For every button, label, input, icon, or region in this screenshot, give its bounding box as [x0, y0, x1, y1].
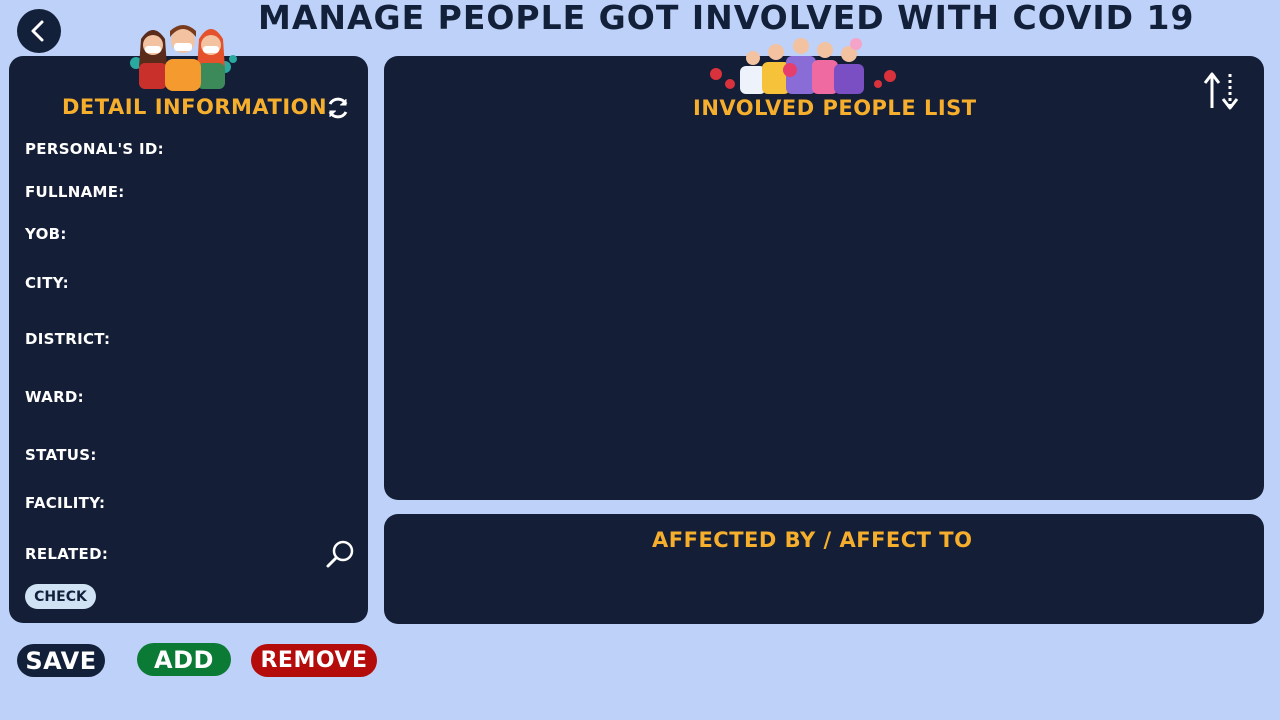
related-label: RELATED: — [25, 545, 109, 563]
add-button[interactable]: ADD — [137, 643, 231, 676]
city-label: CITY: — [25, 274, 69, 292]
save-button[interactable]: SAVE — [17, 644, 105, 677]
magnifier-icon[interactable] — [324, 538, 356, 570]
facility-label: FACILITY: — [25, 494, 106, 512]
involved-people-list-heading: INVOLVED PEOPLE LIST — [693, 96, 977, 120]
affected-by-panel: AFFECTED BY / AFFECT TO — [384, 514, 1264, 624]
remove-button[interactable]: REMOVE — [251, 644, 377, 677]
crowd-illustration — [710, 38, 896, 94]
fullname-label: FULLNAME: — [25, 183, 125, 201]
affected-by-heading: AFFECTED BY / AFFECT TO — [652, 528, 973, 552]
detail-information-panel: DETAIL INFORMATION PERSONAL'S ID: FULLNA… — [9, 25, 368, 623]
status-label: STATUS: — [25, 446, 97, 464]
check-button[interactable]: CHECK — [25, 584, 96, 609]
sort-arrows-icon[interactable] — [1198, 68, 1244, 114]
personal-id-label: PERSONAL'S ID: — [25, 140, 164, 158]
yob-label: YOB: — [25, 225, 67, 243]
back-button[interactable] — [17, 9, 61, 53]
chevron-left-icon — [31, 20, 44, 42]
district-label: DISTRICT: — [25, 330, 111, 348]
detail-information-heading: DETAIL INFORMATION — [62, 95, 328, 119]
masked-people-illustration — [130, 25, 237, 91]
ward-label: WARD: — [25, 388, 84, 406]
refresh-icon[interactable] — [323, 93, 353, 123]
involved-people-list-panel: INVOLVED PEOPLE LIST — [384, 38, 1264, 500]
